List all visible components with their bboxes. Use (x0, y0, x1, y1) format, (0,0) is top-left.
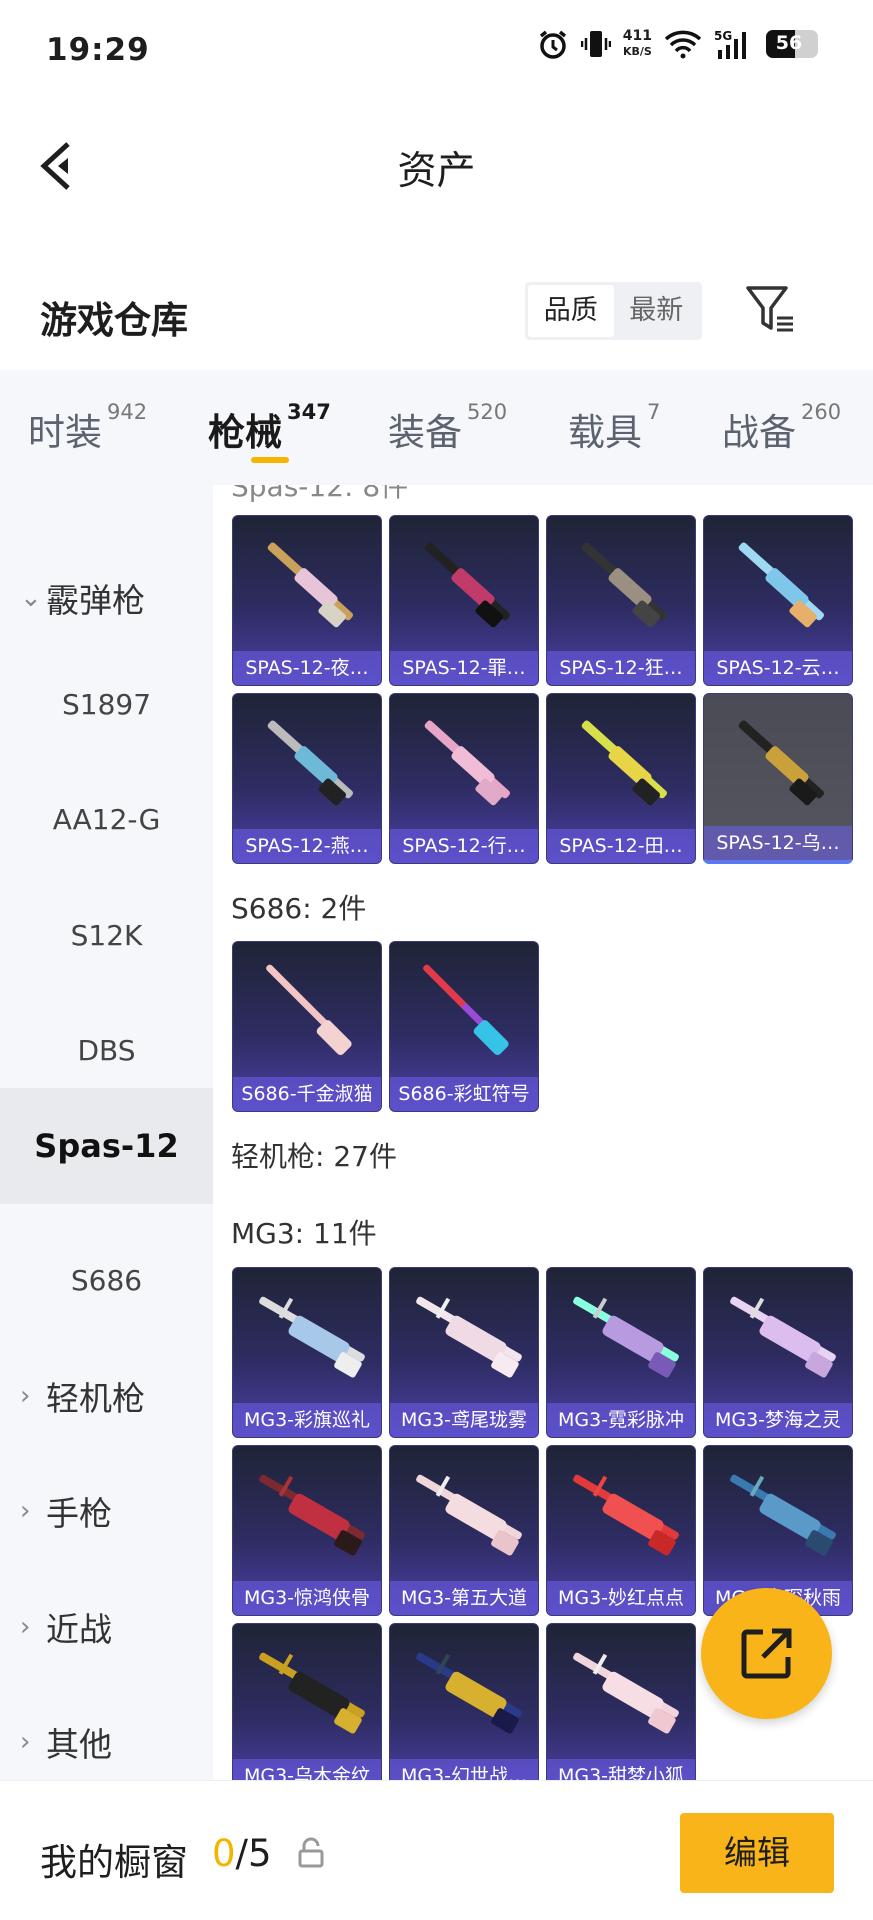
shotgun-skin-icon (581, 720, 667, 806)
mg-skin-icon (730, 1296, 836, 1378)
mg-skin-icon (259, 1296, 365, 1378)
tab-supplies[interactable]: 战备 260 (722, 400, 841, 456)
section-header-lmg: 轻机枪: 27件 (231, 1140, 397, 1173)
tab-weapons[interactable]: 枪械 347 (208, 400, 331, 456)
sidebar-item-pistol[interactable]: › 手枪 (0, 1453, 213, 1569)
mg-skin-icon (573, 1296, 679, 1378)
status-bar: 19:29 411 KB/S 5G 56 (0, 0, 873, 100)
item-card[interactable]: SPAS-12-云… (703, 515, 853, 686)
item-card[interactable]: MG3-甜梦小狐 (546, 1623, 696, 1780)
item-card[interactable]: S686-千金淑猫 (232, 941, 382, 1112)
item-card[interactable]: MG3-梦海之灵 (703, 1267, 853, 1438)
battery-icon: 56 (766, 30, 818, 58)
sidebar-item-s12k[interactable]: S12K (0, 877, 213, 993)
item-card[interactable]: MG3-第五大道 (389, 1445, 539, 1616)
mg-skin-icon (573, 1474, 679, 1556)
item-card[interactable]: MG3-霓彩脉冲 (546, 1267, 696, 1438)
page-title: 资产 (397, 149, 476, 194)
section-header-mg3: MG3: 11件 (231, 1217, 377, 1250)
lock-icon (298, 1837, 324, 1868)
shotgun-skin-icon (267, 542, 353, 628)
shotgun-skin-icon (266, 964, 352, 1056)
item-card[interactable]: MG3-乌木金纹 (232, 1623, 382, 1780)
showcase-count: 0/5 (212, 1832, 272, 1875)
item-card[interactable]: MG3-幻世战… (389, 1623, 539, 1780)
item-card-selected[interactable]: SPAS-12-乌… (703, 693, 853, 864)
shotgun-skin-icon (267, 720, 353, 806)
filter-icon[interactable] (745, 284, 797, 334)
status-icons: 411 KB/S 5G 56 (537, 28, 818, 60)
showcase-label: 我的橱窗 (40, 1841, 188, 1884)
item-card[interactable]: SPAS-12-行… (389, 693, 539, 864)
mg-skin-icon (259, 1652, 365, 1734)
item-grid-area: Spas-12: 8件 SPAS-12-夜… SPAS-12-罪… SPAS-1… (213, 485, 873, 1780)
sidebar-item-melee[interactable]: › 近战 (0, 1569, 213, 1685)
status-time: 19:29 (46, 32, 150, 68)
chevron-down-icon: ⌄ (20, 583, 42, 613)
shotgun-skin-icon (423, 964, 509, 1056)
weapon-sidebar: ⌄ 霰弹枪 S1897 AA12-G S12K DBS Spas-12 S686 … (0, 485, 213, 1780)
sidebar-item-lmg[interactable]: › 轻机枪 (0, 1338, 213, 1454)
item-card[interactable]: S686-彩虹符号 (389, 941, 539, 1112)
vibrate-icon (580, 31, 611, 57)
tab-fashion[interactable]: 时装 942 (28, 400, 147, 456)
shotgun-skin-icon (581, 542, 667, 628)
svg-text:5G: 5G (714, 29, 732, 43)
signal-5g-icon: 5G (714, 29, 746, 59)
sort-quality-button[interactable]: 品质 (528, 285, 614, 337)
net-speed: 411 KB/S (622, 28, 652, 59)
mg-skin-icon (730, 1474, 836, 1556)
mg-skin-icon (416, 1652, 522, 1734)
sort-toggle: 品质 最新 (525, 282, 702, 340)
shotgun-skin-icon (424, 720, 510, 806)
item-card[interactable]: SPAS-12-燕… (232, 693, 382, 864)
section-header-s686: S686: 2件 (231, 892, 367, 925)
chevron-right-icon: › (20, 1727, 31, 1757)
item-card[interactable]: SPAS-12-罪… (389, 515, 539, 686)
wifi-icon (664, 30, 702, 59)
sidebar-item-s1897[interactable]: S1897 (0, 646, 213, 762)
item-card[interactable]: MG3-鸢尾珑雾 (389, 1267, 539, 1438)
item-card[interactable]: SPAS-12-夜… (232, 515, 382, 686)
share-external-icon (741, 1628, 792, 1679)
warehouse-title: 游戏仓库 (40, 299, 188, 342)
mg-skin-icon (573, 1652, 679, 1734)
section-header-spas12: Spas-12: 8件 (231, 485, 409, 503)
sidebar-item-shotgun[interactable]: ⌄ 霰弹枪 (0, 540, 213, 656)
item-card[interactable]: SPAS-12-田… (546, 693, 696, 864)
chevron-right-icon: › (20, 1496, 31, 1526)
chevron-right-icon: › (20, 1381, 31, 1411)
tab-vehicles[interactable]: 载具 7 (568, 400, 660, 456)
item-card[interactable]: MG3-妙红点点 (546, 1445, 696, 1616)
mg-skin-icon (416, 1296, 522, 1378)
sort-newest-button[interactable]: 最新 (614, 285, 700, 337)
item-card[interactable]: MG3-彩旗巡礼 (232, 1267, 382, 1438)
share-button[interactable] (701, 1588, 832, 1719)
mg-skin-icon (416, 1474, 522, 1556)
item-card[interactable]: SPAS-12-狂… (546, 515, 696, 686)
active-tab-indicator (251, 457, 289, 463)
tab-equipment[interactable]: 装备 520 (388, 400, 507, 456)
mg-skin-icon (259, 1474, 365, 1556)
item-card[interactable]: MG3-惊鸿侠骨 (232, 1445, 382, 1616)
sidebar-item-s686[interactable]: S686 (0, 1222, 213, 1338)
alarm-icon (539, 30, 566, 59)
shotgun-skin-icon (738, 542, 824, 628)
sidebar-item-spas12[interactable]: Spas-12 (0, 1088, 213, 1204)
shotgun-skin-icon (424, 542, 510, 628)
edit-button[interactable]: 编辑 (680, 1813, 834, 1893)
chevron-right-icon: › (20, 1612, 31, 1642)
shotgun-skin-icon (738, 720, 824, 806)
sidebar-item-aa12g[interactable]: AA12-G (0, 761, 213, 877)
